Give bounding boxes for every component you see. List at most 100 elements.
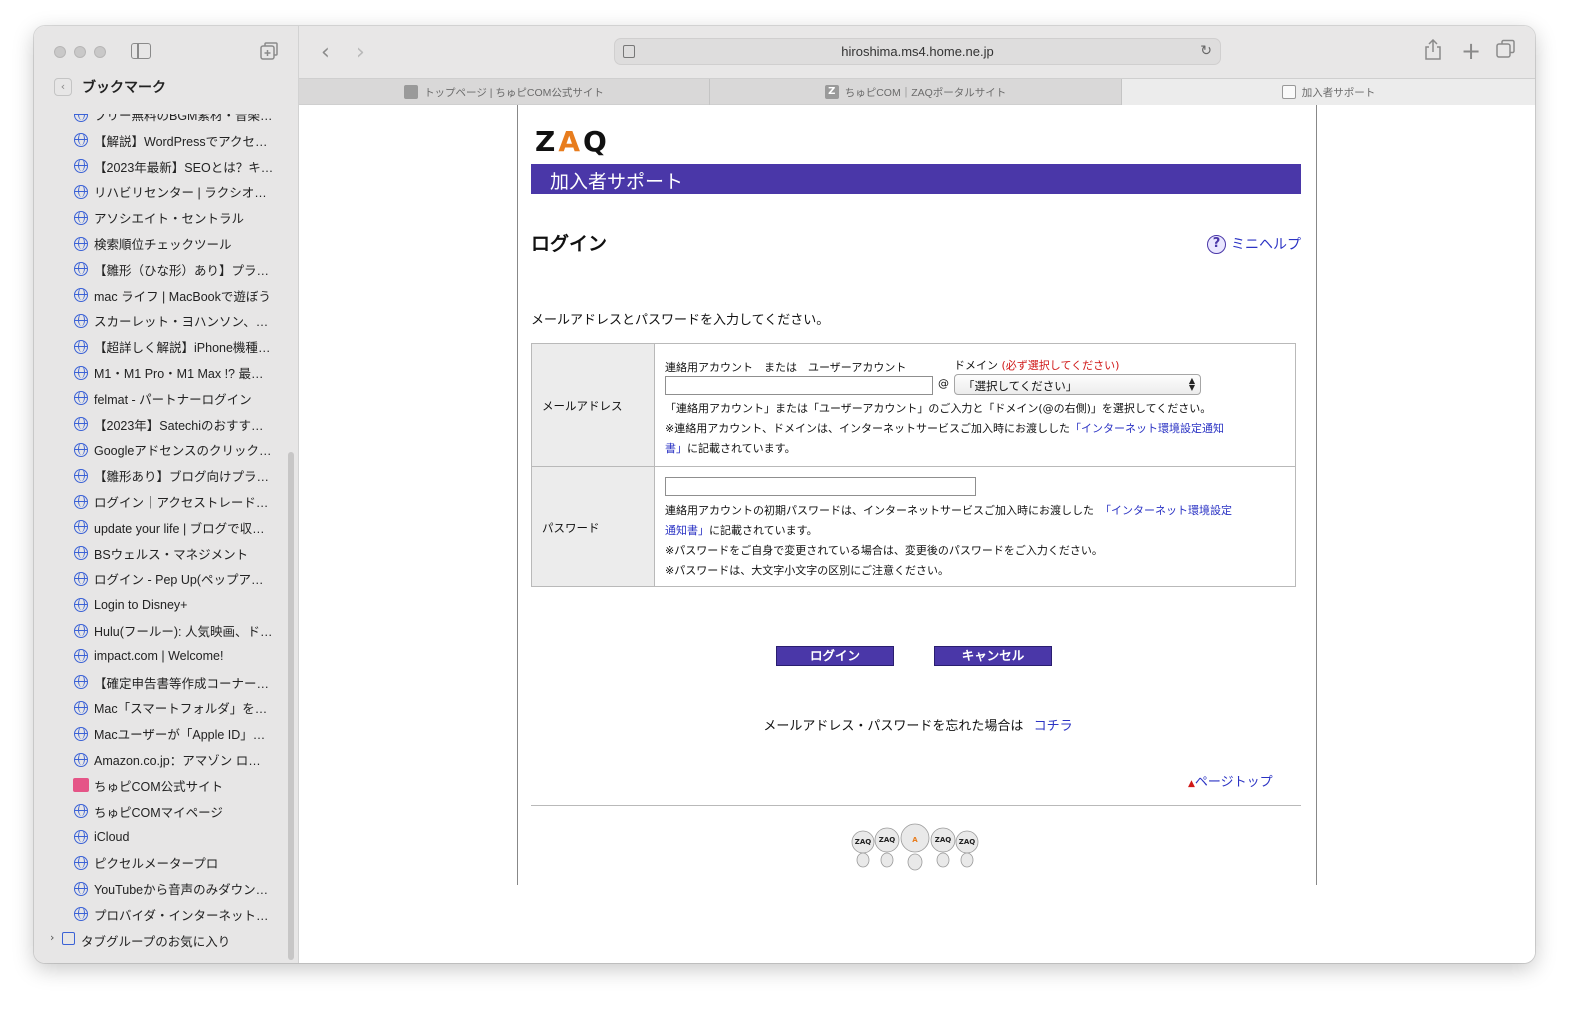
bookmark-item[interactable]: mac ライフ | MacBookで遊ぼう (34, 283, 289, 308)
settings-notice-link-cont[interactable]: 書」 (665, 442, 687, 455)
tab-overview-icon[interactable] (1496, 39, 1516, 59)
tab-support-active[interactable]: 加入者サポート (1122, 79, 1535, 105)
bookmark-item[interactable]: 検索順位チェックツール (34, 231, 289, 256)
bookmark-item[interactable]: Hulu(フールー): 人気映画、ド… (34, 618, 289, 643)
bookmark-item[interactable]: Mac「スマートフォルダ」を活… (34, 695, 289, 720)
login-button[interactable]: ログイン (776, 646, 894, 666)
bookmarks-back-button[interactable]: ‹ (54, 78, 72, 96)
bookmark-item[interactable]: ピクセルメータープロ (34, 850, 289, 875)
password-label: パスワード (542, 521, 600, 535)
tab-zaq-portal[interactable]: Z ちゅピCOM｜ZAQポータルサイト (710, 79, 1122, 105)
bookmark-item[interactable]: BSウェルス・マネジメント (34, 541, 289, 566)
bookmark-item[interactable]: 【確定申告書等作成コーナー】-… (34, 670, 289, 695)
tab-group-favorites[interactable]: › タブグループのお気に入り (48, 930, 288, 949)
password-label-cell: パスワード (532, 467, 655, 586)
bookmark-item[interactable]: YouTubeから音声のみダウン… (34, 876, 289, 901)
bookmark-item[interactable]: 【解説】WordPressでアクセス… (34, 128, 289, 153)
address-bar[interactable]: hiroshima.ms4.home.ne.jp ↻ (614, 38, 1221, 65)
email-note-2: ※連絡用アカウント、ドメインは、インターネットサービスご加入時にお渡しした「イン… (665, 420, 1224, 436)
email-label-cell: メールアドレス (532, 344, 655, 466)
password-notice-link[interactable]: 「インターネット環境設定 (1100, 504, 1232, 517)
settings-notice-link[interactable]: 「インターネット環境設定通知 (1070, 422, 1224, 435)
bookmark-label: ちゅピCOM公式サイト (94, 779, 224, 794)
sidebar-scrollbar[interactable] (288, 452, 294, 960)
bookmark-label: 【超詳しく解説】iPhone機種変… (94, 341, 274, 356)
bookmark-item[interactable]: 【2023年】Satechiのおすすめ… (34, 412, 289, 437)
globe-icon (74, 262, 88, 277)
bookmark-item[interactable]: Macユーザーが「Apple ID」… (34, 721, 289, 746)
bookmark-label: felmat - パートナーログイン (94, 392, 252, 407)
bookmark-item[interactable]: ログイン - Pep Up(ペップア… (34, 566, 289, 591)
bookmark-item[interactable]: impact.com | Welcome! (34, 644, 289, 669)
svg-text:ZAQ: ZAQ (935, 836, 951, 844)
globe-icon (74, 417, 88, 432)
forward-arrow-icon[interactable]: › (356, 40, 365, 65)
tab-group-icon (62, 932, 75, 945)
reload-icon[interactable]: ↻ (1200, 43, 1212, 59)
back-arrow-icon[interactable]: ‹ (321, 40, 330, 65)
bookmark-item[interactable]: 【雛形（ひな形）あり】プライバ… (34, 257, 289, 282)
bookmarks-list: フリー無料のBGM素材・音楽… 【解説】WordPressでアクセス… 【2023年… (34, 114, 289, 962)
forgot-text: メールアドレス・パスワードを忘れた場合は (763, 719, 1024, 734)
sidebar: ‹ ブックマーク フリー無料のBGM素材・音楽… 【解説】WordPressでアク… (34, 26, 299, 963)
svg-text:ZAQ: ZAQ (959, 838, 975, 846)
zoom-window-button[interactable] (94, 46, 106, 58)
tab-chupicom-top[interactable]: トップページ | ちゅピCOM公式サイト (299, 79, 710, 105)
email-note-2-text: ※連絡用アカウント、ドメインは、インターネットサービスご加入時にお渡しした (665, 422, 1070, 435)
domain-caption: ドメイン (必ず選択してください) (954, 357, 1119, 373)
page-top-link[interactable]: ▲ページトップ (1188, 771, 1273, 790)
globe-icon (74, 804, 88, 819)
bookmark-item[interactable]: アソシエイト・セントラル (34, 205, 289, 230)
bookmark-item[interactable]: スカーレット・ヨハンソン、… (34, 308, 289, 333)
globe-icon (74, 675, 88, 690)
bookmark-item[interactable]: ちゅピCOMマイページ (34, 799, 289, 824)
bookmark-item[interactable]: felmat - パートナーログイン (34, 386, 289, 411)
password-input[interactable] (665, 477, 976, 496)
globe-icon (74, 133, 88, 148)
bookmark-item[interactable]: Login to Disney+ (34, 592, 289, 617)
bookmark-item[interactable]: 【雛形あり】ブログ向けプライ… (34, 463, 289, 488)
globe-icon (74, 288, 88, 303)
bookmark-item[interactable]: Amazon.co.jp：アマゾン ロ… (34, 747, 289, 772)
account-input[interactable] (665, 376, 933, 395)
domain-select[interactable]: 「選択してください」 ▲ ▼ (954, 374, 1201, 395)
password-notice-link-cont[interactable]: 通知書」 (665, 524, 709, 537)
bookmark-label: ちゅピCOMマイページ (94, 805, 223, 820)
minihelp-link[interactable]: ? ミニヘルプ (1207, 234, 1301, 254)
globe-icon (74, 649, 88, 664)
new-tab-icon[interactable]: + (1461, 37, 1481, 65)
bookmark-label: スカーレット・ヨハンソン、… (94, 315, 269, 330)
globe-icon (74, 623, 88, 638)
close-window-button[interactable] (54, 46, 66, 58)
globe-icon (74, 571, 88, 586)
tab-group-label: タブグループのお気に入り (81, 935, 231, 949)
bookmark-label: ログイン｜アクセストレード… (94, 496, 269, 510)
bookmark-item[interactable]: iCloud (34, 824, 289, 849)
bookmark-item[interactable]: フリー無料のBGM素材・音楽… (34, 114, 289, 127)
bookmark-item[interactable]: 【超詳しく解説】iPhone機種変… (34, 334, 289, 359)
domain-caption-text: ドメイン (954, 359, 998, 372)
domain-select-value: 「選択してください」 (963, 379, 1078, 393)
forgot-link[interactable]: コチラ (1034, 719, 1073, 734)
globe-icon (74, 236, 88, 251)
bookmark-label: フリー無料のBGM素材・音楽… (94, 114, 273, 123)
bookmark-item[interactable]: プロバイダ・インターネット… (34, 902, 289, 927)
bookmark-item[interactable]: リハビリセンター | ラクシオン… (34, 179, 289, 204)
page-frame: ZAQ 加入者サポート ログイン ? ミニヘルプ メールアドレスとパスワードを入… (517, 105, 1317, 885)
new-tab-group-icon[interactable] (260, 42, 279, 61)
minimize-window-button[interactable] (74, 46, 86, 58)
bookmark-item[interactable]: ちゅピCOM公式サイト (34, 773, 289, 798)
email-row: メールアドレス 連絡用アカウント または ユーザーアカウント ドメイン (必ず選… (532, 344, 1295, 467)
zaq-favicon-icon: Z (824, 85, 839, 99)
cancel-button[interactable]: キャンセル (934, 646, 1052, 666)
share-icon[interactable] (1424, 39, 1442, 61)
bookmark-item[interactable]: 【2023年最新】SEOとは？キ… (34, 154, 289, 179)
bookmark-item[interactable]: ログイン｜アクセストレード… (34, 489, 289, 514)
bookmark-label: iCloud (94, 829, 130, 844)
bookmark-item[interactable]: M1・M1 Pro・M1 Max !? 最… (34, 360, 289, 385)
bookmark-item[interactable]: update your life | ブログで収… (34, 515, 289, 540)
sidebar-toggle-icon[interactable] (131, 43, 151, 59)
bookmark-item[interactable]: Googleアドセンスのクリック… (34, 437, 289, 462)
email-note-3-text: に記載されています。 (687, 442, 796, 455)
globe-icon (74, 339, 88, 354)
